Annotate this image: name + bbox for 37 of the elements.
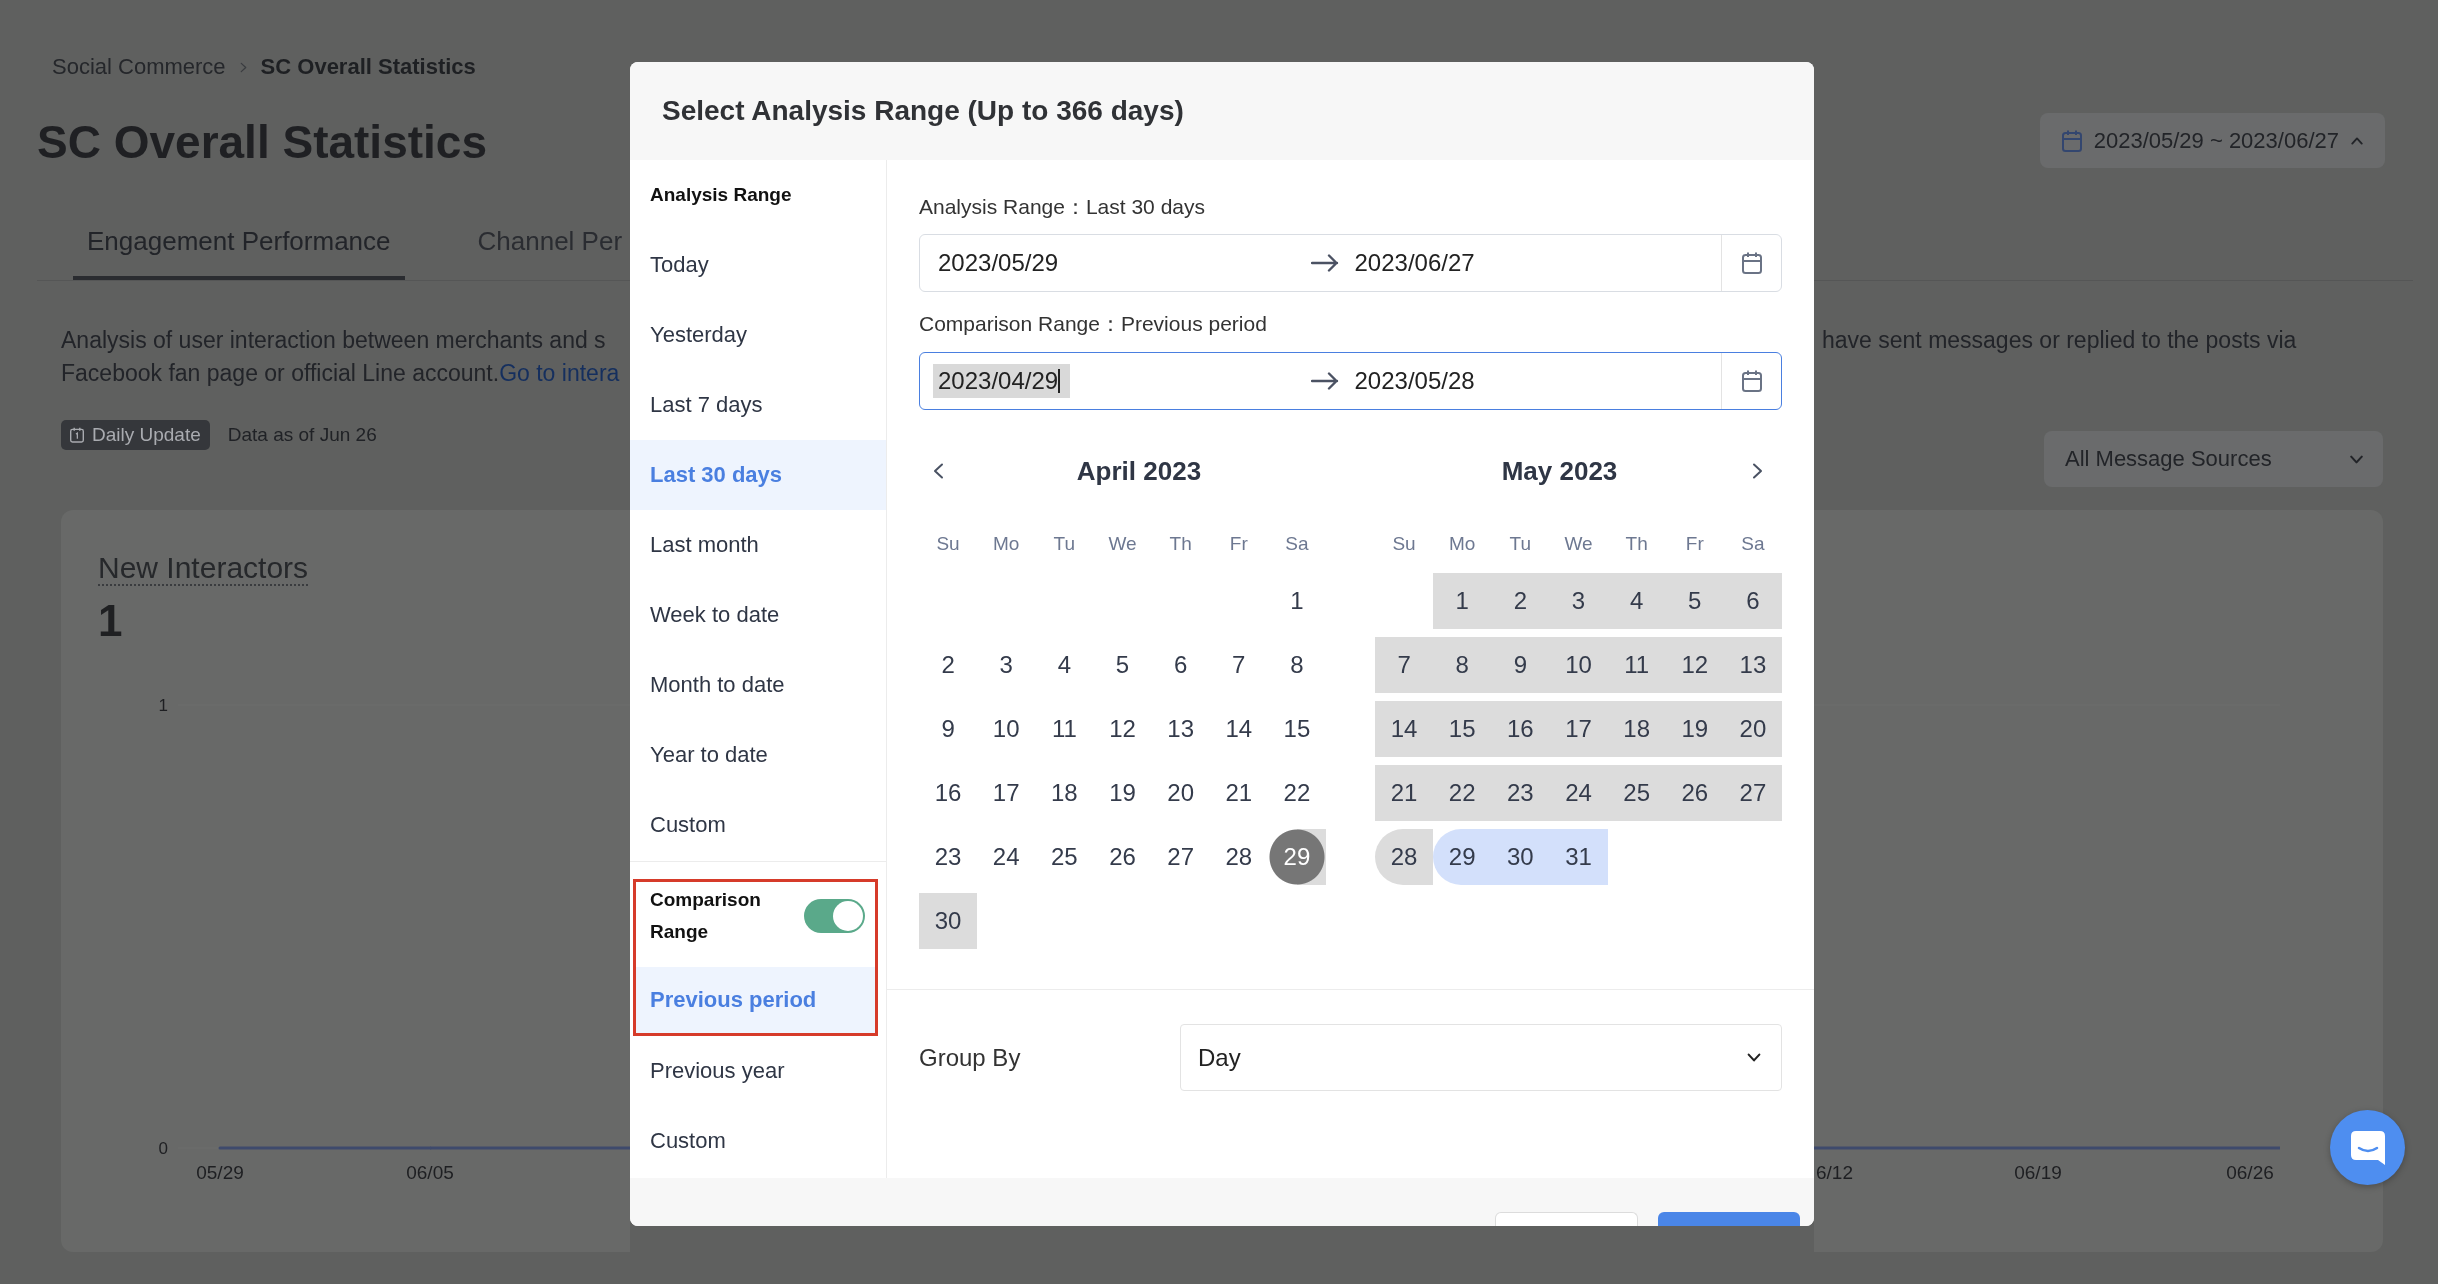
data-date-text: Data as of Jun 26 [227, 424, 377, 446]
weekday-label: Fr [1229, 533, 1248, 555]
weekday-label: Th [1169, 533, 1192, 555]
axis-date-label: 06/26 [2226, 1162, 2274, 1183]
axis-tick-label: 1 [158, 696, 168, 715]
section-heading: Comparison Range [650, 888, 762, 944]
weekday-label: Tu [1509, 533, 1532, 555]
dialog-title: Select Analysis Range (Up to 366 days) [662, 95, 1184, 127]
weekday-label: We [1108, 533, 1137, 555]
weekday-label: Su [1392, 533, 1416, 555]
axis-date-label: 05/29 [196, 1162, 244, 1183]
description-text: have sent messages or replied to the posts via [1822, 326, 2298, 355]
page-title: SC Overall Statistics [37, 115, 487, 170]
axis-date-label: 6/12 [1816, 1162, 1853, 1183]
update-label: Daily Update [92, 424, 201, 446]
weekday-label: We [1564, 533, 1593, 555]
metric-title: New Interactors [98, 551, 309, 586]
month-title: May 2023 [1501, 455, 1618, 487]
weekday-label: Mo [993, 533, 1020, 555]
axis-date-label: 06/05 [406, 1162, 454, 1183]
metric-value: 1 [98, 596, 123, 645]
weekday-label: Tu [1053, 533, 1076, 555]
group-by-label: Group By [919, 1043, 1021, 1071]
weekday-label: Su [936, 533, 960, 555]
weekday-label: Fr [1685, 533, 1704, 555]
weekday-label: Th [1625, 533, 1648, 555]
field-label: Analysis Range：Last 30 days [919, 195, 1205, 218]
breadcrumb-item: SC Overall Statistics [260, 54, 476, 80]
weekday-label: Sa [1285, 533, 1309, 555]
weekday-label: Sa [1741, 533, 1765, 555]
month-title: April 2023 [1076, 455, 1202, 487]
field-label: Comparison Range：Previous period [919, 312, 1267, 335]
axis-date-label: 06/19 [2014, 1162, 2062, 1183]
description-text: Analysis of user interaction between merchants and s Facebook fan page or official Line account.Go to intera [61, 326, 621, 388]
weekday-label: Mo [1449, 533, 1476, 555]
section-heading: Analysis Range [650, 183, 792, 207]
axis-tick-label: 0 [158, 1139, 168, 1158]
